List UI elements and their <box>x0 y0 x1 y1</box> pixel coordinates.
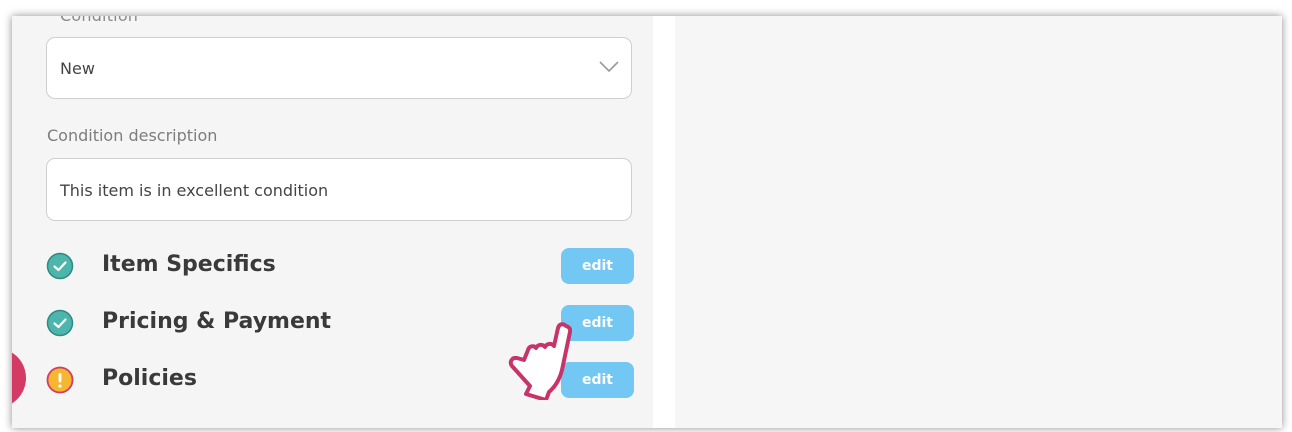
check-circle-icon <box>46 309 74 337</box>
section-item-specifics: Item Specifics edit <box>46 248 634 284</box>
chevron-down-icon <box>599 61 619 73</box>
condition-description-field[interactable]: This item is in excellent condition <box>46 158 632 221</box>
edit-item-specifics-button[interactable]: edit <box>561 248 634 284</box>
condition-select-value: New <box>60 59 95 78</box>
screenshot-frame: Condition New Condition description This… <box>12 16 1282 428</box>
section-title: Item Specifics <box>102 252 276 277</box>
check-circle-icon <box>46 252 74 280</box>
condition-description-label: Condition description <box>47 126 218 145</box>
condition-label: Condition <box>60 16 138 25</box>
info-circle-icon <box>46 366 74 394</box>
panel-divider <box>653 16 675 428</box>
hand-pointer-icon <box>508 322 572 400</box>
condition-description-value: This item is in excellent condition <box>60 181 329 200</box>
listing-form-panel: Condition New Condition description This… <box>12 16 653 428</box>
condition-select[interactable]: New <box>46 37 632 99</box>
section-title: Pricing & Payment <box>102 309 332 334</box>
preview-panel <box>675 16 1282 428</box>
help-fab-button[interactable] <box>12 348 26 408</box>
section-title: Policies <box>102 366 197 391</box>
